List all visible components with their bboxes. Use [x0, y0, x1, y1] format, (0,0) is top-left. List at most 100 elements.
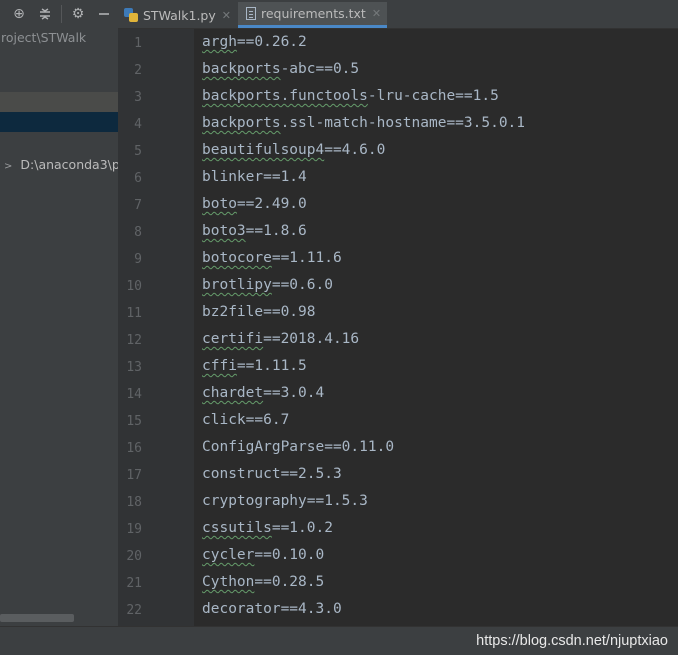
collapse-all-icon[interactable] — [35, 4, 55, 24]
package-name: boto — [202, 196, 237, 212]
package-version: ==2018.4.16 — [263, 331, 360, 347]
line-number: 11 — [126, 306, 142, 321]
package-version: ==1.0.2 — [271, 520, 333, 536]
code-line[interactable]: bz2file==0.98 — [202, 304, 316, 320]
package-version: -lru-cache==1.5 — [367, 88, 499, 104]
line-number: 2 — [134, 63, 142, 78]
code-line[interactable]: construct==2.5.3 — [202, 466, 342, 482]
package-version: ==3.0.4 — [263, 385, 325, 401]
tree-row-selected[interactable] — [0, 112, 118, 132]
package-version: ==1.8.6 — [245, 223, 307, 239]
code-line[interactable]: cycler==0.10.0 — [202, 547, 324, 563]
package-version: ==4.3.0 — [280, 601, 342, 617]
package-version: ==1.5.3 — [306, 493, 368, 509]
bottom-bar: https://blog.csdn.net/njuptxiao — [0, 626, 678, 655]
code-line[interactable]: Cython==0.28.5 — [202, 574, 324, 590]
gear-icon[interactable]: ⚙ — [68, 4, 88, 24]
line-number: 5 — [134, 144, 142, 159]
code-line[interactable]: cryptography==1.5.3 — [202, 493, 368, 509]
code-line[interactable]: argh==0.26.2 — [202, 34, 307, 50]
package-name: botocore — [202, 250, 272, 266]
code-editor[interactable]: argh==0.26.2 backports-abc==0.5 backports.… — [194, 29, 678, 626]
package-name: backports — [202, 61, 281, 77]
tab-stwalk1-py[interactable]: STWalk1.py ✕ — [124, 2, 231, 28]
line-number: 19 — [126, 522, 142, 537]
package-version: ==0.6.0 — [271, 277, 333, 293]
line-number: 22 — [126, 603, 142, 618]
line-number: 1 — [134, 36, 142, 51]
tab-label: STWalk1.py — [143, 7, 216, 23]
package-name: bz2file — [202, 304, 264, 320]
close-icon[interactable]: ✕ — [222, 9, 231, 22]
package-name: backports — [202, 115, 281, 131]
package-name: boto3 — [202, 223, 246, 239]
close-icon[interactable]: ✕ — [372, 7, 381, 20]
line-number: 7 — [134, 198, 142, 213]
line-number: 4 — [134, 117, 142, 132]
code-line[interactable]: backports.ssl-match-hostname==3.5.0.1 — [202, 115, 525, 131]
package-name: click — [202, 412, 246, 428]
package-version: ==0.28.5 — [254, 574, 325, 590]
minimize-icon[interactable] — [94, 4, 114, 24]
code-line[interactable]: botocore==1.11.6 — [202, 250, 342, 266]
package-version: ==6.7 — [245, 412, 290, 428]
package-version: ==0.26.2 — [236, 34, 307, 50]
package-version: ==1.11.6 — [271, 250, 342, 266]
project-panel: ⊕ ⚙ roject\STWalk > D:\anaconda3\py — [0, 0, 118, 626]
line-number: 18 — [126, 495, 142, 510]
package-name: argh — [202, 34, 237, 50]
package-version: ==2.49.0 — [236, 196, 307, 212]
package-name: construct — [202, 466, 281, 482]
code-line[interactable]: cssutils==1.0.2 — [202, 520, 333, 536]
code-line[interactable]: brotlipy==0.6.0 — [202, 277, 333, 293]
package-name: chardet — [202, 385, 264, 401]
package-version: ==0.11.0 — [324, 439, 395, 455]
panel-horizontal-scrollbar[interactable] — [0, 614, 74, 622]
chevron-right-icon[interactable]: > — [4, 161, 12, 172]
package-name: certifi — [202, 331, 264, 347]
text-file-icon — [246, 7, 256, 20]
package-name: ConfigArgParse — [202, 439, 325, 455]
package-version: ==0.98 — [263, 304, 316, 320]
package-version: .ssl-match-hostname==3.5.0.1 — [280, 115, 526, 131]
tab-label: requirements.txt — [261, 6, 366, 21]
editor-tab-bar: STWalk1.py ✕ requirements.txt ✕ — [118, 0, 678, 29]
line-number: 13 — [126, 360, 142, 375]
line-number: 20 — [126, 549, 142, 564]
package-name: brotlipy — [202, 277, 272, 293]
code-line[interactable]: click==6.7 — [202, 412, 289, 428]
code-line[interactable]: backports.functools-lru-cache==1.5 — [202, 88, 499, 104]
line-number: 17 — [126, 468, 142, 483]
package-version: ==1.4 — [263, 169, 307, 185]
code-line[interactable]: certifi==2018.4.16 — [202, 331, 359, 347]
code-line[interactable]: blinker==1.4 — [202, 169, 307, 185]
code-line[interactable]: chardet==3.0.4 — [202, 385, 324, 401]
tree-node-interpreter[interactable]: > D:\anaconda3\py — [4, 157, 118, 172]
code-line[interactable]: ConfigArgParse==0.11.0 — [202, 439, 394, 455]
code-line[interactable]: backports-abc==0.5 — [202, 61, 359, 77]
package-version: ==2.5.3 — [280, 466, 342, 482]
package-name: Cython — [202, 574, 255, 590]
tab-requirements-txt[interactable]: requirements.txt ✕ — [238, 2, 388, 28]
package-name: backports.functools — [202, 88, 368, 104]
line-number: 8 — [134, 225, 142, 240]
code-line[interactable]: decorator==4.3.0 — [202, 601, 342, 617]
tree-row-highlight[interactable] — [0, 92, 118, 112]
package-name: cycler — [202, 547, 255, 563]
package-name: cffi — [202, 358, 237, 374]
code-line[interactable]: cffi==1.11.5 — [202, 358, 307, 374]
line-number: 21 — [126, 576, 142, 591]
target-icon[interactable]: ⊕ — [9, 4, 29, 24]
code-line[interactable]: boto3==1.8.6 — [202, 223, 307, 239]
project-root-path[interactable]: roject\STWalk — [1, 30, 86, 45]
line-number: 9 — [134, 252, 142, 267]
project-toolbar: ⊕ ⚙ — [0, 0, 118, 28]
code-line[interactable]: boto==2.49.0 — [202, 196, 307, 212]
package-name: cryptography — [202, 493, 307, 509]
line-number: 3 — [134, 90, 142, 105]
line-number-gutter: 1 2 3 4 5 6 7 8 9 10 11 12 13 14 15 16 17 18 19 20 21 22 — [118, 29, 194, 626]
line-number: 15 — [126, 414, 142, 429]
line-number: 6 — [134, 171, 142, 186]
package-version: -abc==0.5 — [280, 61, 360, 77]
code-line[interactable]: beautifulsoup4==4.6.0 — [202, 142, 385, 158]
